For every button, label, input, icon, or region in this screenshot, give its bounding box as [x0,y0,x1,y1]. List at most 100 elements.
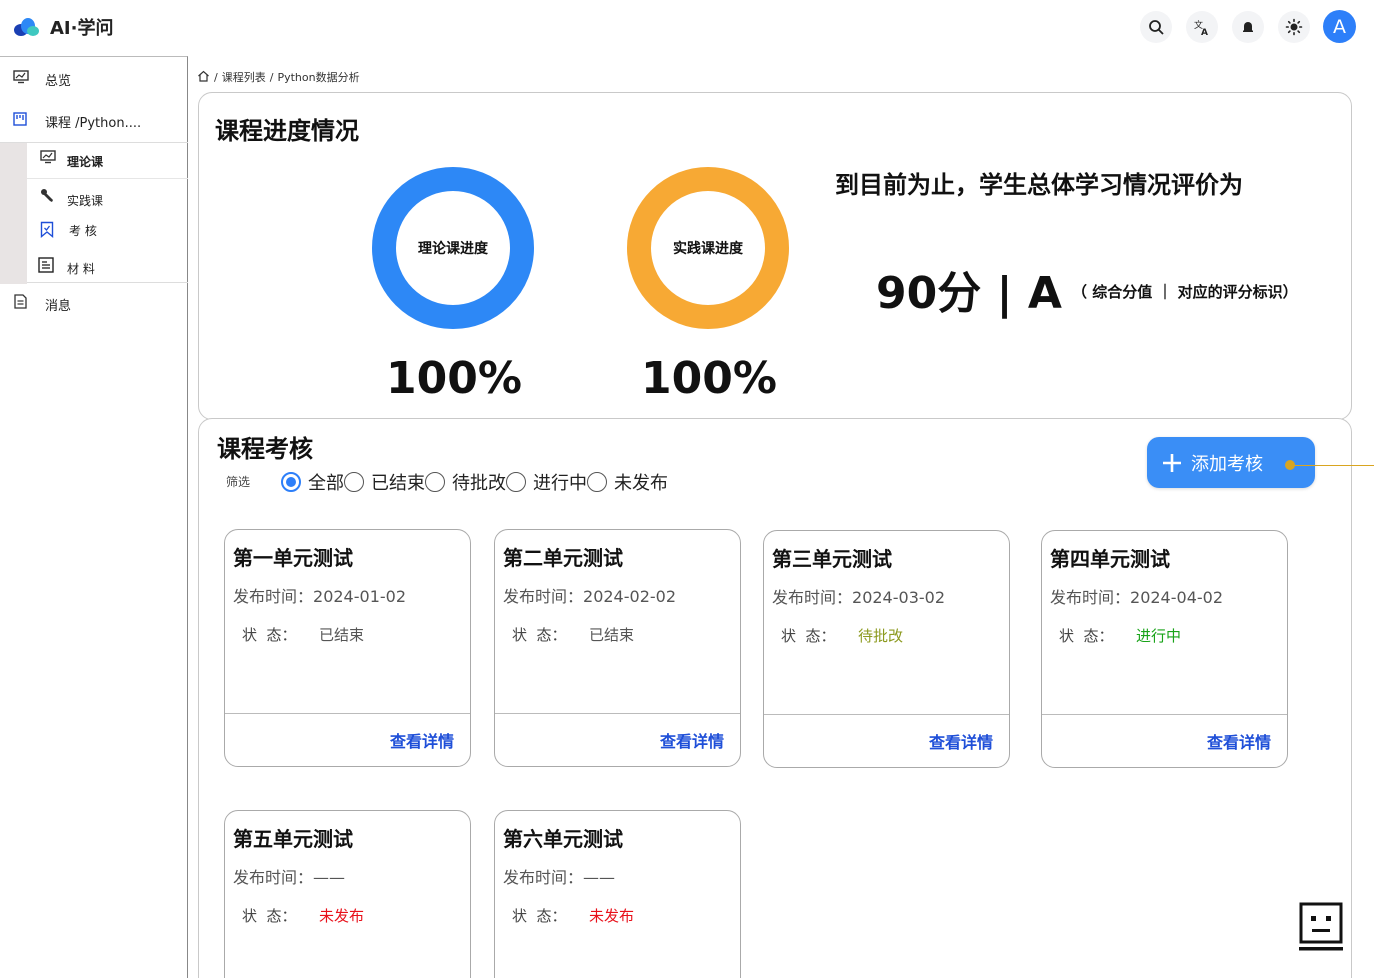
publish-time-value: —— [583,868,616,887]
publish-time-label: 发布时间： [233,587,314,606]
annotation-line [1291,465,1374,466]
sidebar-item-label: 理论课 [67,155,104,169]
filter-radio[interactable]: 进行中 [506,469,587,495]
overall-score: 90分 | A [876,268,1062,319]
sidebar-item-label: 考 核 [69,224,97,238]
filter-radio-label: 进行中 [533,473,587,494]
publish-time: 发布时间：2024-03-02 [772,584,945,608]
breadcrumb-item: Python数据分析 [277,71,360,84]
assessments-title: 课程考核 [217,435,313,463]
score-note: （ 综合分值 ｜ 对应的评分标识） [1072,283,1298,301]
user-avatar[interactable]: A [1323,10,1356,43]
view-details-link[interactable]: 查看详情 [1207,729,1271,753]
sidebar-item-practice[interactable]: 实践课 [27,181,188,217]
view-details-link[interactable]: 查看详情 [390,728,454,752]
radio-circle[interactable] [344,472,364,492]
filter-radio[interactable]: 未发布 [587,469,668,495]
message-icon [14,294,27,309]
publish-time-label: 发布时间： [1050,588,1131,607]
course-icon [13,112,27,126]
search-button[interactable] [1140,11,1172,43]
filter-radio-label: 已结束 [371,473,425,494]
radio-circle[interactable] [587,472,607,492]
home-icon[interactable] [197,70,210,85]
status-badge: 已结束 [589,626,635,644]
assessment-title: 第三单元测试 [772,547,892,571]
publish-time-value: —— [313,868,346,887]
assessment-card: 第五单元测试 发布时间：—— 状 态： 未发布 [224,810,471,978]
view-details-link[interactable]: 查看详情 [929,729,993,753]
card-divider [764,714,1009,715]
status-filter-group: 全部 已结束 待批改 进行中 未发布 [281,469,668,495]
publish-time-value: 2024-01-02 [313,587,406,606]
search-icon [1149,20,1164,35]
course-submenu: 理论课 实践课 考 核 材 料 [0,142,188,285]
breadcrumb: / 课程列表 / Python数据分析 [197,69,360,85]
status-label: 状 态： [1059,627,1114,645]
status-label: 状 态： [242,907,297,925]
ring-label: 实践课进度 [673,241,743,257]
filter-radio[interactable]: 已结束 [344,469,425,495]
notification-button[interactable] [1232,11,1264,43]
app-root: AI·学问 文A A 总览 课程 /Python.... 理论课 实践课 考 核… [0,0,1374,978]
radio-circle[interactable] [281,472,301,492]
publish-time: 发布时间：2024-04-02 [1050,584,1223,608]
document-icon [38,257,54,276]
sidebar-item-course[interactable]: 课程 /Python.... [0,107,188,133]
view-details-link[interactable]: 查看详情 [660,728,724,752]
breadcrumb-item[interactable]: 课程列表 [222,69,266,85]
assessment-title: 第二单元测试 [503,546,623,570]
radio-circle[interactable] [506,472,526,492]
filter-radio-label: 待批改 [452,473,506,494]
sidebar-item-overview[interactable]: 总览 [0,65,188,91]
radio-circle[interactable] [425,472,445,492]
theory-progress-percent: 100% [386,353,522,404]
breadcrumb-separator: / [214,70,218,84]
publish-time: 发布时间：—— [503,864,615,888]
theory-progress-ring: 理论课进度 [372,167,534,329]
sidebar: 总览 课程 /Python.... 理论课 实践课 考 核 材 料 消息 [0,56,188,978]
progress-panel: 课程进度情况 理论课进度 100% 实践课进度 100% 到目前为止，学生总体学… [198,92,1352,420]
assessment-title: 第六单元测试 [503,827,623,851]
progress-title: 课程进度情况 [215,117,359,145]
status-label: 状 态： [512,626,567,644]
publish-time: 发布时间：2024-01-02 [233,583,406,607]
filter-radio[interactable]: 全部 [281,469,344,495]
status-badge: 已结束 [319,626,365,644]
filter-radio-label: 全部 [308,473,344,494]
monitor-icon [13,70,29,84]
sidebar-item-label: 材 料 [67,262,95,276]
publish-time: 发布时间：2024-02-02 [503,583,676,607]
status-badge: 未发布 [589,907,635,925]
publish-time-value: 2024-04-02 [1130,588,1223,607]
sidebar-item-assessment[interactable]: 考 核 [27,213,188,249]
top-header: AI·学问 文A A [0,0,1374,56]
svg-text:A: A [1201,28,1208,36]
translate-button[interactable]: 文A [1186,11,1218,43]
sidebar-item-theory[interactable]: 理论课 [27,143,188,179]
chart-icon [40,150,56,167]
card-divider [1042,714,1287,715]
sidebar-item-label: 实践课 [67,194,104,208]
practice-progress-percent: 100% [641,353,777,404]
app-logo[interactable]: AI·学问 [12,14,113,40]
card-divider [495,713,740,714]
publish-time-label: 发布时间： [503,868,584,887]
assessment-card: 第六单元测试 发布时间：—— 状 态： 未发布 [494,810,741,978]
publish-time-label: 发布时间： [233,868,314,887]
assistant-bot-button[interactable] [1299,902,1343,952]
sidebar-item-materials[interactable]: 材 料 [27,249,188,285]
filter-radio[interactable]: 待批改 [425,469,506,495]
filter-label: 筛选 [226,475,251,489]
submenu-indicator [0,143,27,284]
bell-icon [1243,22,1253,32]
sidebar-item-label: 课程 /Python.... [45,116,142,131]
status-badge: 进行中 [1136,627,1182,645]
app-title: AI·学问 [50,18,114,39]
status-badge: 未发布 [319,907,365,925]
ring-label: 理论课进度 [418,241,488,257]
theme-button[interactable] [1278,11,1310,43]
sidebar-item-messages[interactable]: 消息 [0,290,188,316]
assessment-card: 第二单元测试发布时间：2024-02-02 状 态： 已结束查看详情 [494,529,741,767]
bookmark-icon [40,221,54,241]
